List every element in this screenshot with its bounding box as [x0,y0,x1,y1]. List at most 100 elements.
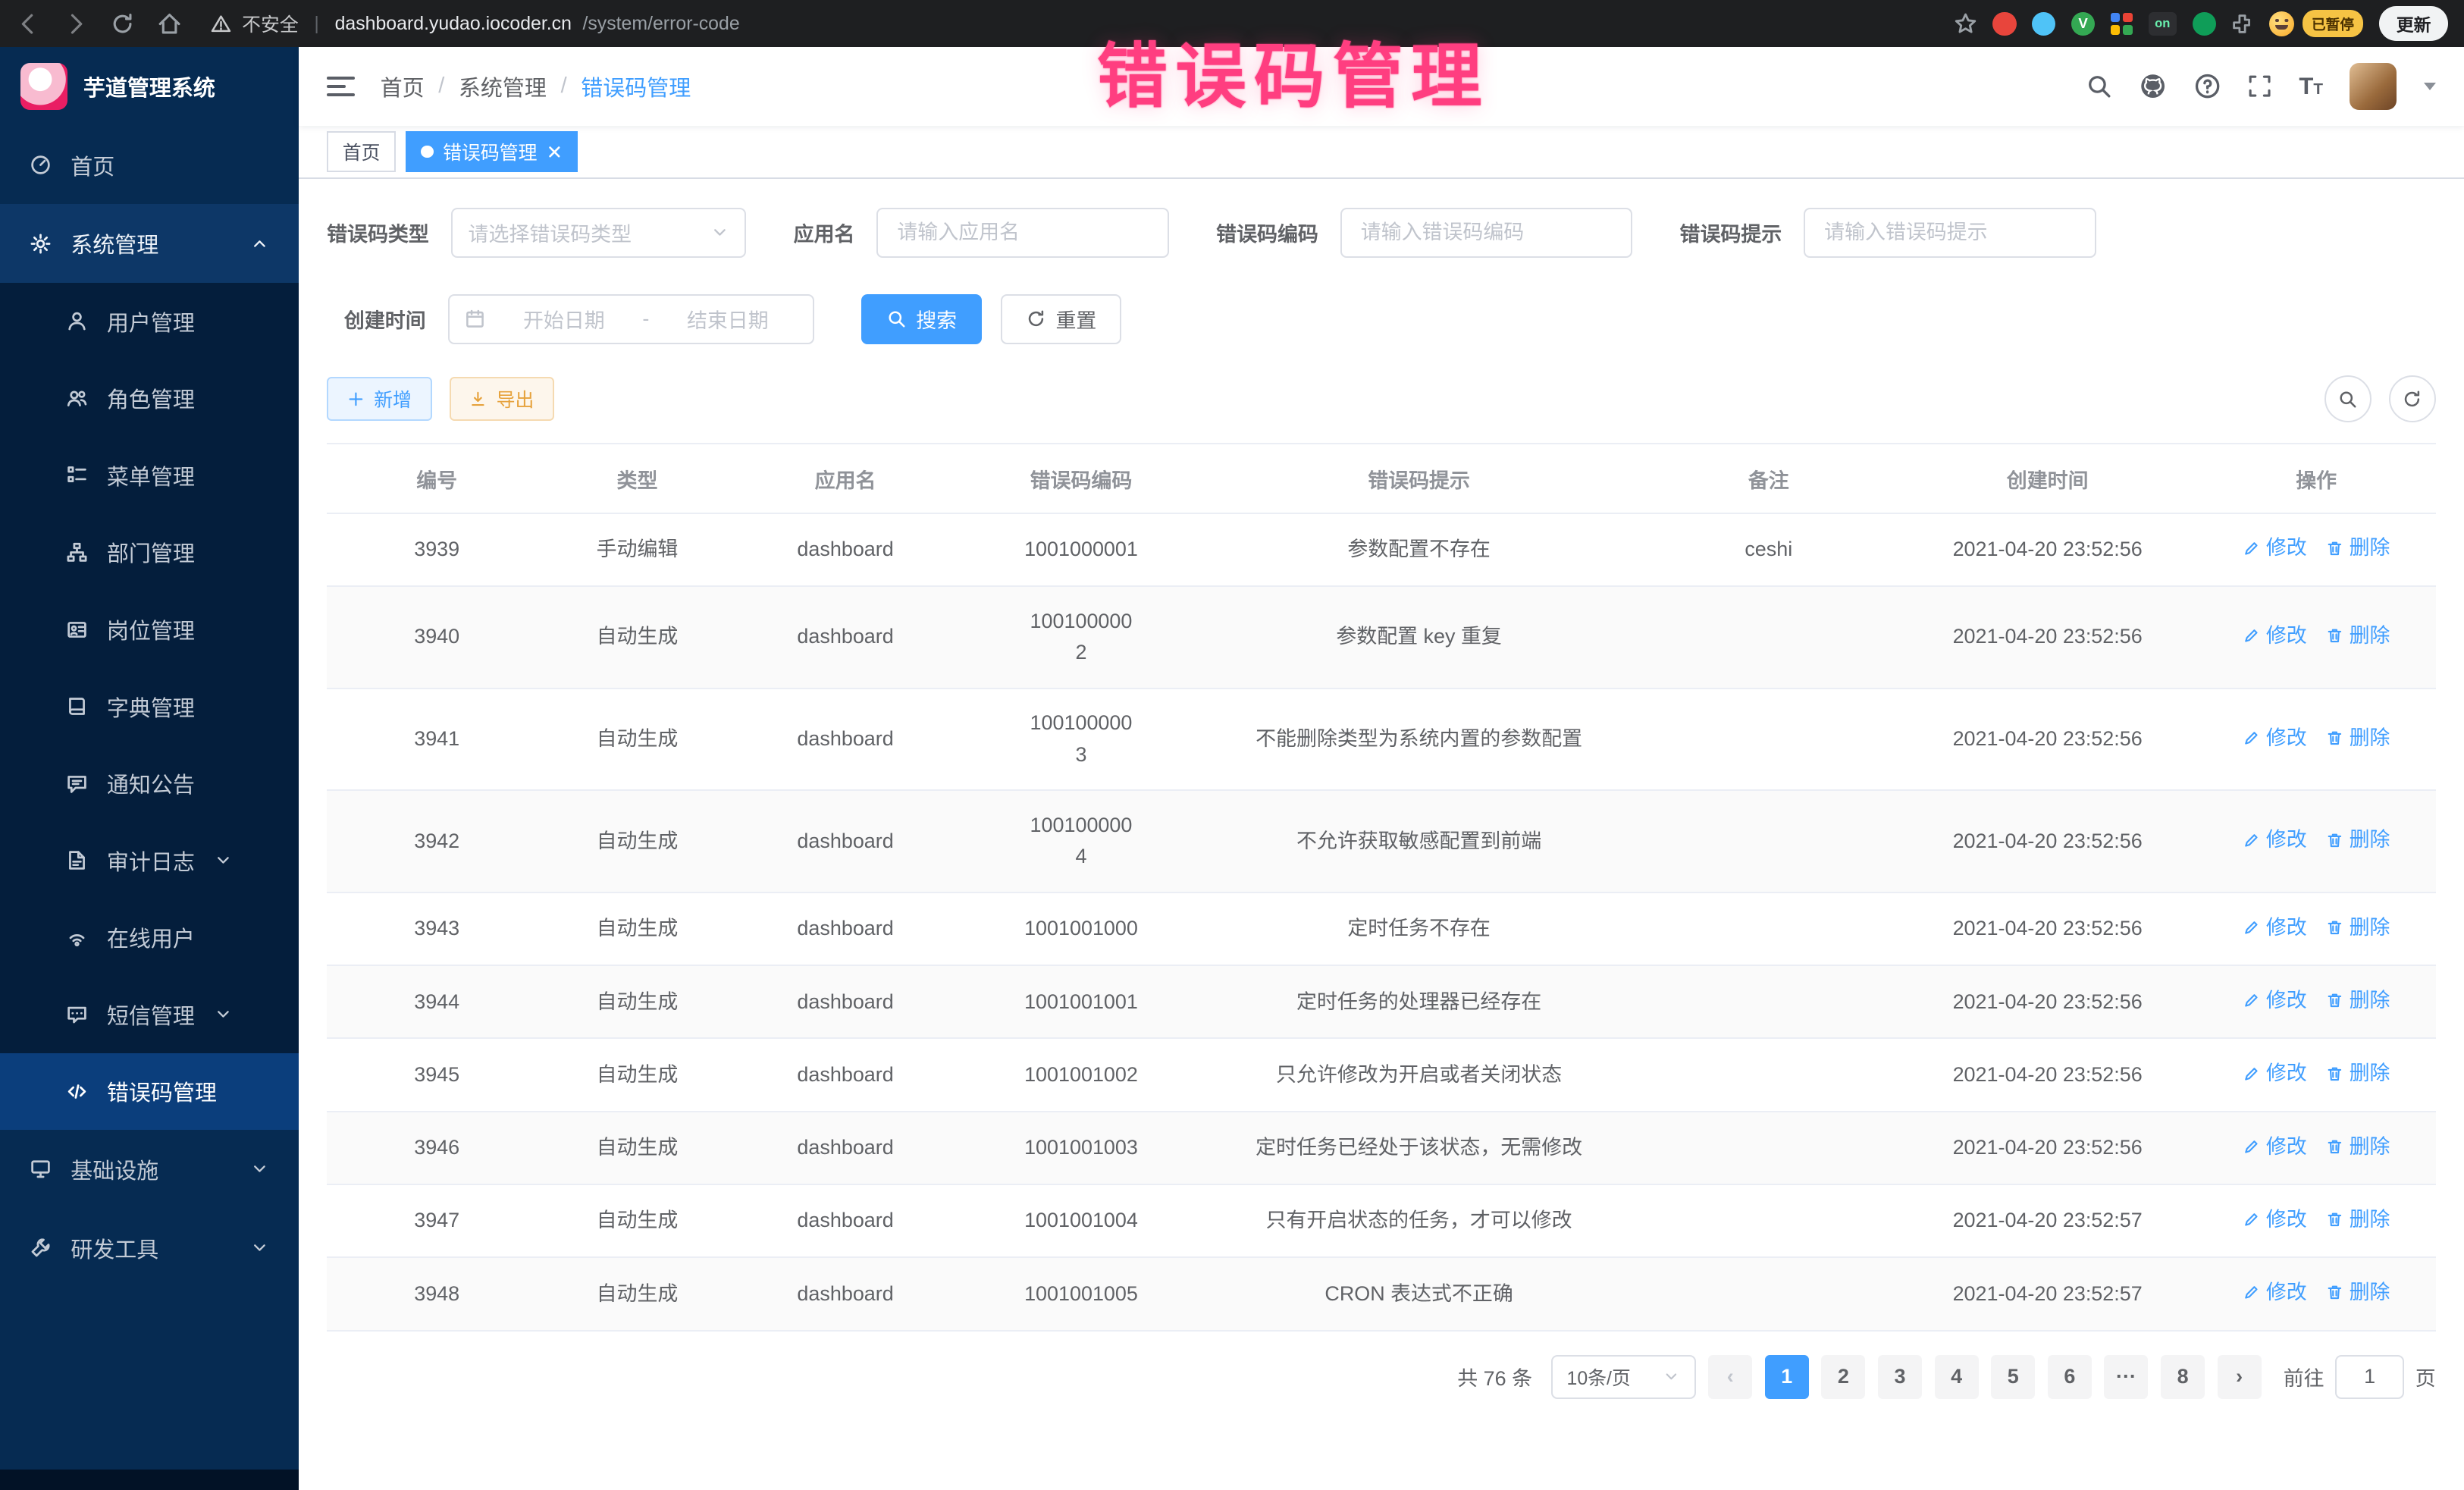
home-icon[interactable] [157,11,182,36]
table-row[interactable]: 3948自动生成dashboard1001001005CRON 表达式不正确20… [327,1257,2436,1330]
address-bar[interactable]: 不安全 | dashboard.yudao.iocoder.cn/system/… [201,10,1935,37]
delete-link[interactable]: 删除 [2326,1131,2390,1162]
table-row[interactable]: 3947自动生成dashboard1001001004只有开启状态的任务，才可以… [327,1184,2436,1257]
toggle-search-button[interactable] [2324,375,2372,422]
date-range-picker[interactable]: 开始日期 - 结束日期 [448,294,814,344]
edit-link[interactable]: 修改 [2243,1058,2307,1089]
bookmark-star-icon[interactable] [1954,12,1977,36]
table-row[interactable]: 3942自动生成dashboard100100000 4不允许获取敏感配置到前端… [327,790,2436,892]
sidebar-item-menus[interactable]: 菜单管理 [0,437,299,514]
sidebar-item-roles[interactable]: 角色管理 [0,360,299,438]
page-button-5[interactable]: 5 [1991,1355,2035,1399]
help-icon[interactable] [2194,73,2221,99]
sidebar-item-devtools[interactable]: 研发工具 [0,1209,299,1288]
delete-link[interactable]: 删除 [2326,912,2390,943]
sidebar-item-audit-logs[interactable]: 审计日志 [0,822,299,899]
prev-page-button[interactable]: ‹ [1708,1355,1752,1399]
delete-link[interactable]: 删除 [2326,1058,2390,1089]
search-button[interactable]: 搜索 [861,294,982,344]
puzzle-extensions-icon[interactable] [2231,13,2253,35]
sidebar-menu: 首页 系统管理 用户管理 角色管理 [0,126,299,1470]
type-select[interactable]: 请选择错误码类型 [451,208,747,258]
delete-link[interactable]: 删除 [2326,824,2390,855]
extension-icon[interactable] [2032,12,2055,36]
page-button-2[interactable]: 2 [1821,1355,1865,1399]
next-page-button[interactable]: › [2218,1355,2262,1399]
table-row[interactable]: 3939手动编辑dashboard1001000001参数配置不存在ceshi2… [327,513,2436,586]
delete-link[interactable]: 删除 [2326,532,2390,563]
edit-link[interactable]: 修改 [2243,532,2307,563]
page-button-8[interactable]: 8 [2161,1355,2205,1399]
extension-grid-icon[interactable] [2111,13,2133,35]
edit-link[interactable]: 修改 [2243,912,2307,943]
breadcrumb-system[interactable]: 系统管理 [459,71,547,102]
edit-link[interactable]: 修改 [2243,1204,2307,1235]
page-button-3[interactable]: 3 [1878,1355,1922,1399]
refresh-table-button[interactable] [2389,375,2436,422]
extension-icon[interactable] [2193,12,2216,36]
chevron-down-icon [710,223,729,242]
search-icon[interactable] [2086,73,2112,99]
edit-link[interactable]: 修改 [2243,985,2307,1016]
edit-link[interactable]: 修改 [2243,824,2307,855]
edit-link[interactable]: 修改 [2243,723,2307,754]
refresh-icon[interactable] [110,11,135,36]
delete-link[interactable]: 删除 [2326,1204,2390,1235]
page-button-1[interactable]: 1 [1765,1355,1809,1399]
search-icon [886,309,907,329]
app-name-input[interactable] [876,208,1169,258]
error-hint-input[interactable] [1804,208,2096,258]
export-button[interactable]: 导出 [450,377,555,421]
sidebar-item-posts[interactable]: 岗位管理 [0,591,299,668]
add-button[interactable]: 新增 [327,377,432,421]
edit-link[interactable]: 修改 [2243,1277,2307,1308]
breadcrumb-home[interactable]: 首页 [381,71,425,102]
goto-page-input[interactable] [2335,1355,2404,1399]
forward-icon[interactable] [63,11,88,36]
browser-update-button[interactable]: 更新 [2379,6,2448,40]
sidebar-item-online-users[interactable]: 在线用户 [0,899,299,976]
extension-on-icon[interactable]: on [2149,12,2177,36]
delete-link[interactable]: 删除 [2326,723,2390,754]
tag-home[interactable]: 首页 [327,131,396,172]
error-code-input[interactable] [1340,208,1633,258]
sidebar-item-users[interactable]: 用户管理 [0,283,299,360]
page-button-6[interactable]: 6 [2048,1355,2092,1399]
avatar[interactable] [2350,63,2397,110]
sidebar-item-notices[interactable]: 通知公告 [0,745,299,822]
edit-link[interactable]: 修改 [2243,620,2307,651]
reset-button[interactable]: 重置 [1001,294,1121,344]
edit-link[interactable]: 修改 [2243,1131,2307,1162]
close-icon[interactable] [547,144,563,160]
table-row[interactable]: 3945自动生成dashboard1001001002只允许修改为开启或者关闭状… [327,1038,2436,1111]
page-button-4[interactable]: 4 [1935,1355,1979,1399]
sidebar-item-dictionary[interactable]: 字典管理 [0,668,299,745]
font-size-icon[interactable]: TT [2299,73,2323,100]
table-row[interactable]: 3944自动生成dashboard1001001001定时任务的处理器已经存在2… [327,965,2436,1038]
github-icon[interactable] [2139,72,2167,100]
sidebar-item-departments[interactable]: 部门管理 [0,514,299,591]
table-row[interactable]: 3940自动生成dashboard100100000 2参数配置 key 重复2… [327,586,2436,689]
sidebar-item-infrastructure[interactable]: 基础设施 [0,1130,299,1209]
table-row[interactable]: 3946自动生成dashboard1001001003定时任务已经处于该状态，无… [327,1112,2436,1184]
tag-error-codes[interactable]: 错误码管理 [406,131,578,172]
sidebar-item-sms[interactable]: 短信管理 [0,976,299,1053]
delete-link[interactable]: 删除 [2326,985,2390,1016]
delete-link[interactable]: 删除 [2326,620,2390,651]
page-size-select[interactable]: 10条/页 [1551,1355,1696,1399]
table-row[interactable]: 3943自动生成dashboard1001001000定时任务不存在2021-0… [327,892,2436,965]
profile-emoji-icon[interactable] [2269,11,2294,36]
sidebar-footer [0,1470,299,1490]
caret-down-icon[interactable] [2424,83,2436,90]
extension-icon[interactable]: V [2071,12,2095,36]
extension-icon[interactable] [1992,12,2016,36]
more-pages-button[interactable]: ··· [2104,1355,2148,1399]
back-icon[interactable] [16,11,41,36]
sidebar-item-error-codes[interactable]: 错误码管理 [0,1053,299,1131]
hamburger-icon[interactable] [327,77,355,97]
fullscreen-icon[interactable] [2247,74,2272,99]
sidebar-item-home[interactable]: 首页 [0,126,299,205]
delete-link[interactable]: 删除 [2326,1277,2390,1308]
sidebar-item-system[interactable]: 系统管理 [0,204,299,283]
table-row[interactable]: 3941自动生成dashboard100100000 3不能删除类型为系统内置的… [327,689,2436,791]
